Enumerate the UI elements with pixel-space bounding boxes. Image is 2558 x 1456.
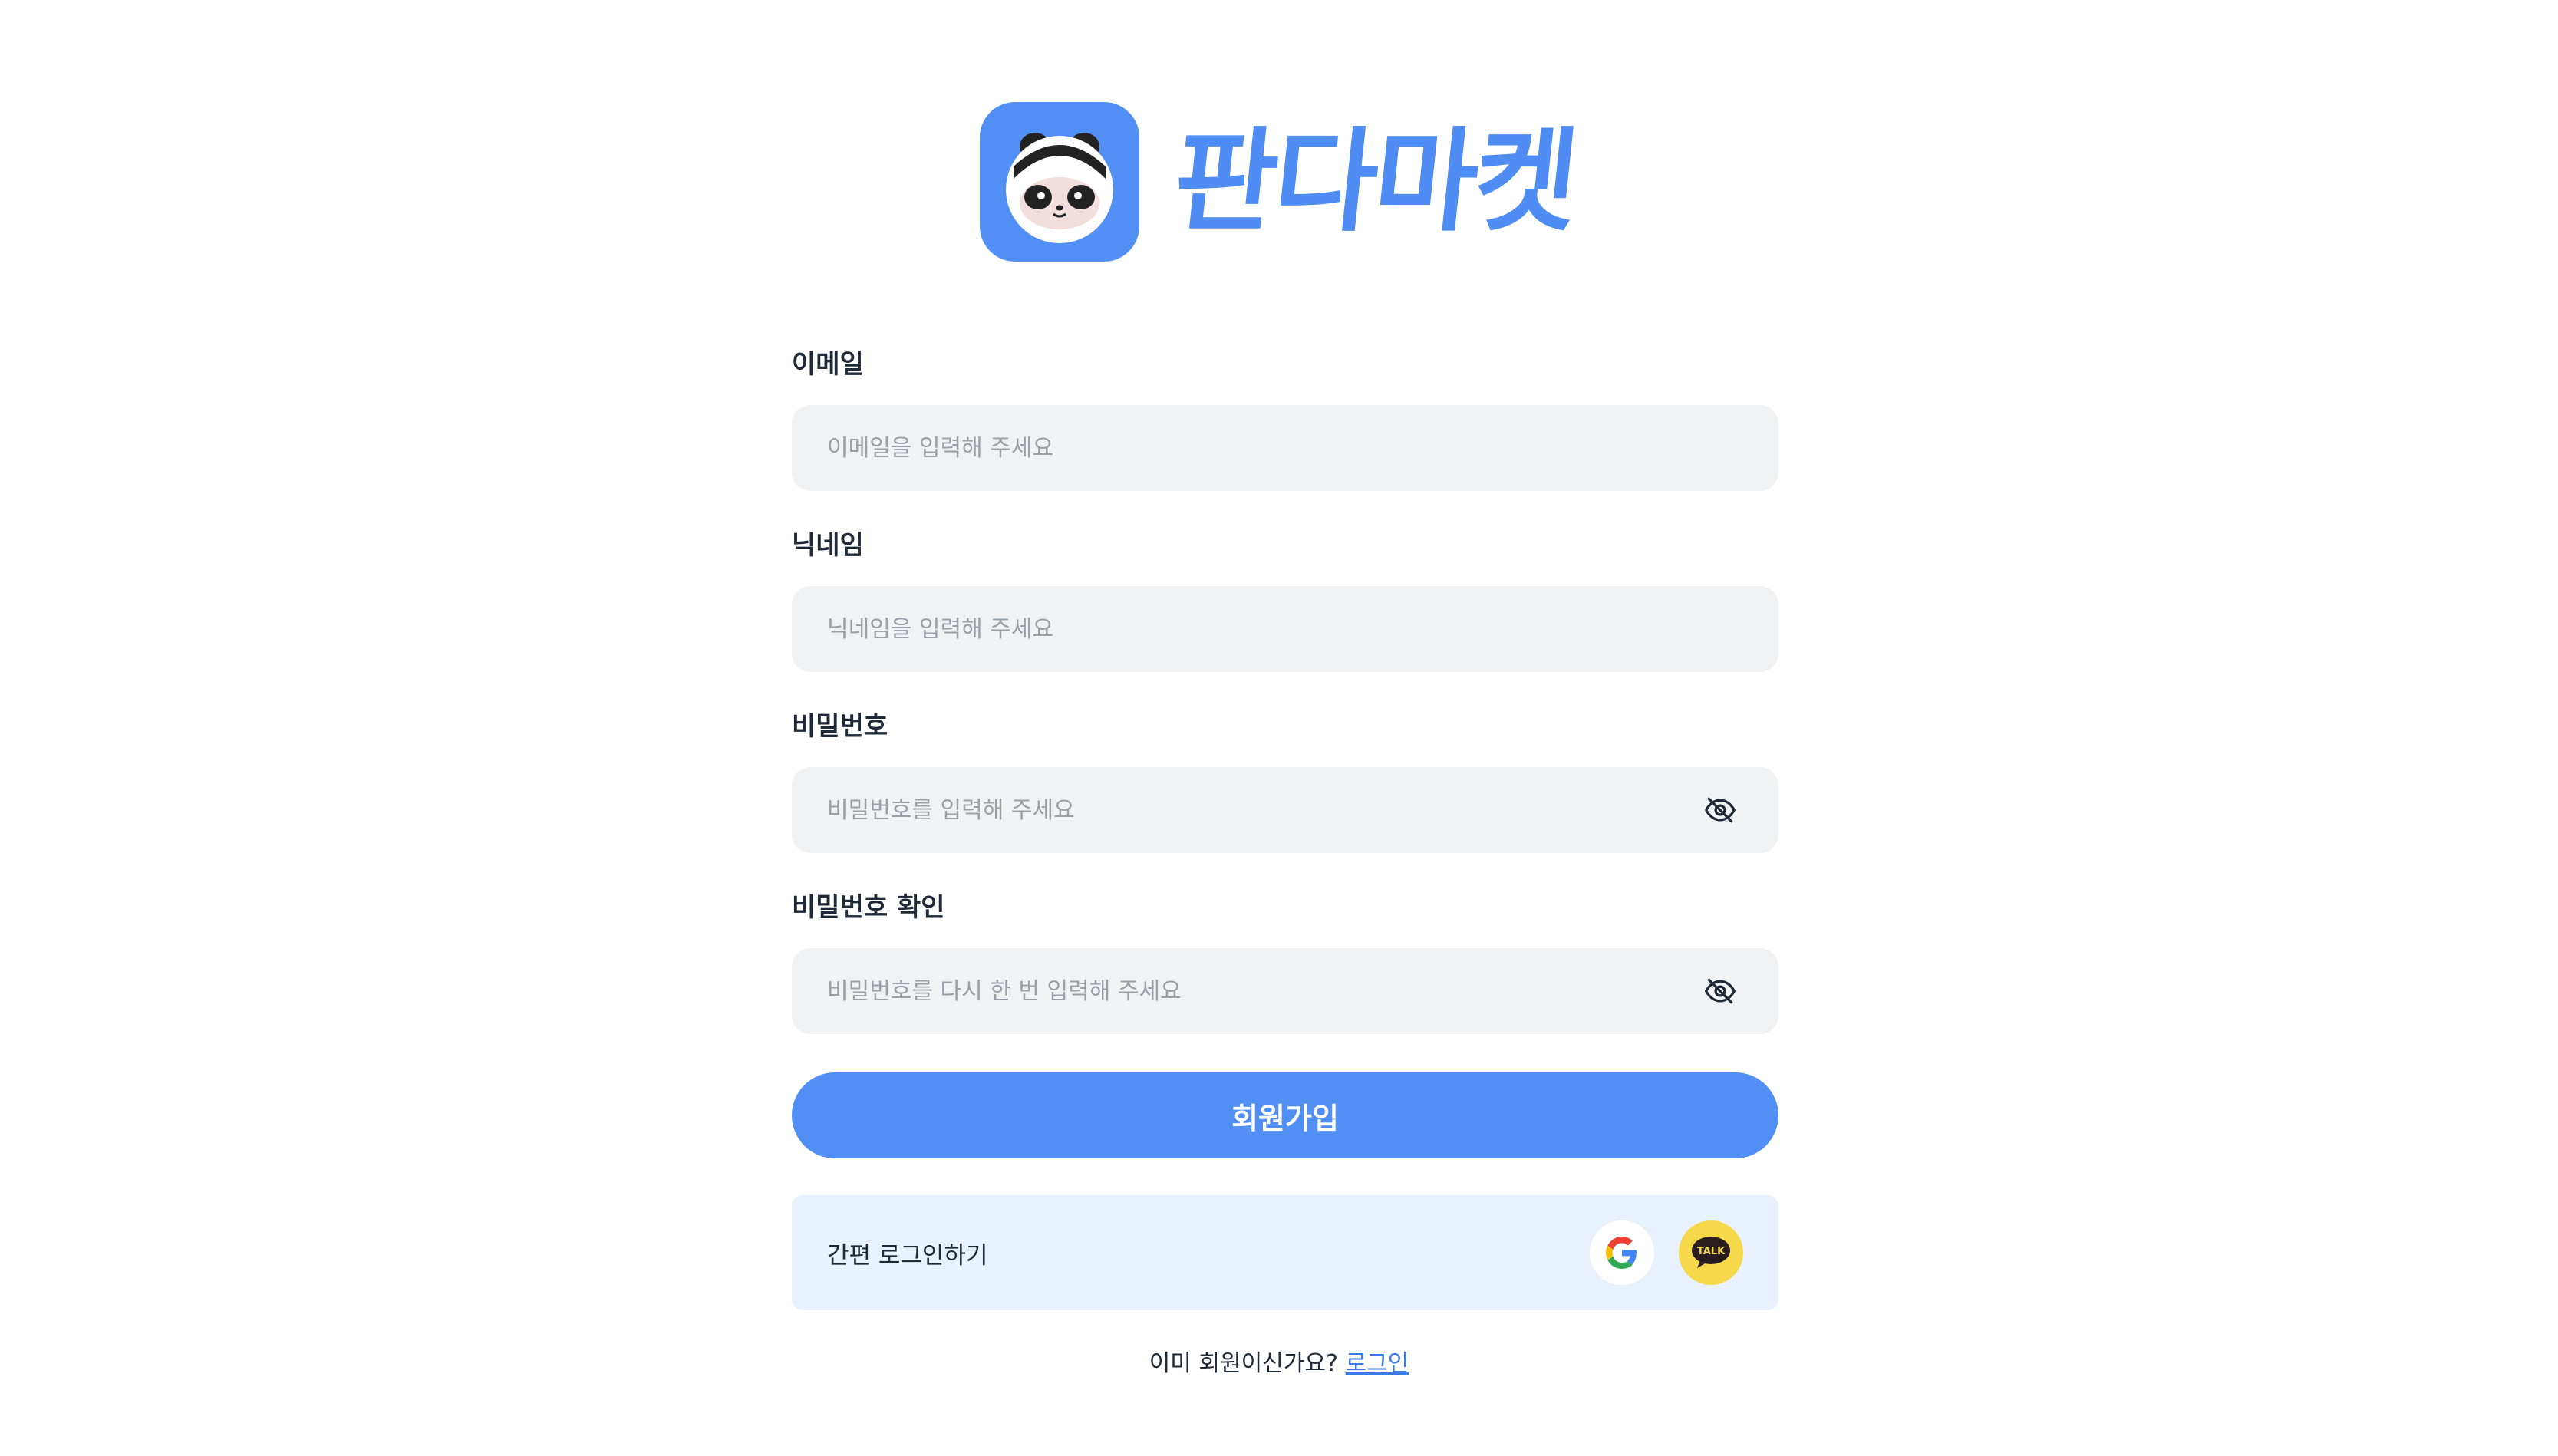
- email-label: 이메일: [792, 349, 864, 380]
- password-confirm-input[interactable]: [827, 977, 1702, 1005]
- email-field-container: [792, 405, 1778, 491]
- eye-off-icon[interactable]: [1702, 792, 1739, 828]
- kakao-icon-text: TALK: [1697, 1246, 1726, 1257]
- password-input[interactable]: [827, 796, 1702, 824]
- email-input[interactable]: [827, 434, 1743, 462]
- eye-off-icon[interactable]: [1702, 973, 1739, 1010]
- google-icon: [1606, 1237, 1637, 1269]
- password-field-container: [792, 767, 1778, 853]
- social-login-buttons: TALK: [1590, 1220, 1743, 1285]
- social-login-label: 간편 로그인하기: [827, 1241, 988, 1270]
- nickname-label: 닉네임: [792, 530, 864, 561]
- panda-logo-icon: [980, 102, 1139, 262]
- password-confirm-label: 비밀번호 확인: [792, 892, 945, 923]
- login-link[interactable]: 로그인: [1346, 1350, 1409, 1377]
- kakao-talk-icon: TALK: [1692, 1237, 1730, 1268]
- signup-button[interactable]: 회원가입: [792, 1072, 1778, 1158]
- brand-name: 판다마켓: [1168, 117, 1582, 247]
- nickname-field-container: [792, 586, 1778, 672]
- login-prompt-question: 이미 회원이신가요?: [1149, 1350, 1338, 1377]
- kakao-login-button[interactable]: TALK: [1679, 1220, 1743, 1285]
- login-prompt: 이미 회원이신가요? 로그인: [0, 1344, 2558, 1378]
- google-login-button[interactable]: [1590, 1220, 1654, 1285]
- password-label: 비밀번호: [792, 711, 888, 742]
- social-login-panel: 간편 로그인하기 TALK: [792, 1195, 1778, 1310]
- nickname-input[interactable]: [827, 615, 1743, 643]
- brand-logo[interactable]: 판다마켓: [980, 101, 1581, 262]
- password-confirm-field-container: [792, 948, 1778, 1034]
